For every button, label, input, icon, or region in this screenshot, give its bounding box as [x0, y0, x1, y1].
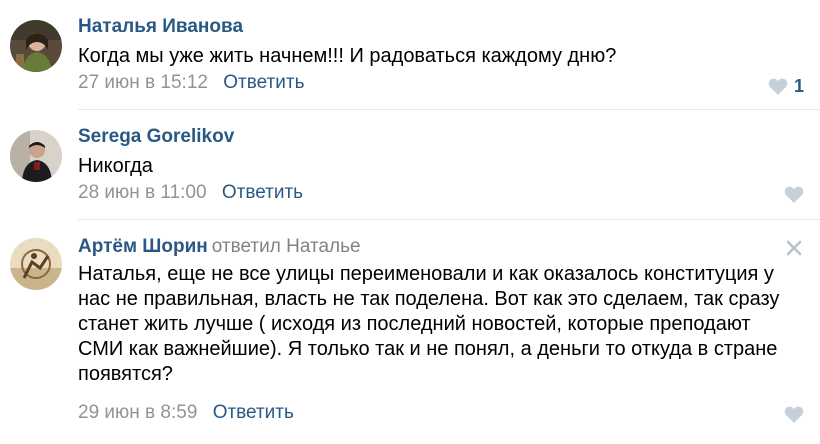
comment-item: Наталья Иванова Когда мы уже жить начнем… [0, 0, 820, 110]
comment-item: Serega Gorelikov Никогда 28 июн в 11:00 … [0, 110, 820, 220]
avatar[interactable] [10, 20, 62, 72]
avatar[interactable] [10, 130, 62, 182]
comment-date[interactable]: 27 июн в 15:12 [78, 72, 208, 93]
comment-text: Никогда [78, 155, 153, 177]
reply-button[interactable]: Ответить [222, 182, 303, 203]
comment-text: Наталья, еще не все улицы переименовали … [78, 263, 780, 385]
reply-to-label[interactable]: ответил Наталье [212, 236, 361, 257]
comment-author[interactable]: Артём Шорин ответил Наталье [78, 236, 361, 258]
author-name[interactable]: Наталья Иванова [78, 16, 243, 37]
comment-author[interactable]: Наталья Иванова [78, 16, 243, 38]
reply-button[interactable]: Ответить [213, 402, 294, 423]
reply-button[interactable]: Ответить [223, 72, 304, 93]
heart-icon [784, 406, 804, 423]
like-button[interactable] [784, 406, 804, 423]
avatar[interactable] [10, 238, 62, 290]
comment-author[interactable]: Serega Gorelikov [78, 126, 234, 148]
comment-meta: 27 июн в 15:12 Ответить [78, 72, 304, 94]
comment-date[interactable]: 29 июн в 8:59 [78, 402, 197, 423]
like-button[interactable]: 1 [768, 76, 804, 97]
heart-icon [768, 78, 788, 95]
author-name[interactable]: Serega Gorelikov [78, 126, 234, 147]
heart-icon [784, 186, 804, 203]
comment-text: Когда мы уже жить начнем!!! И радоваться… [78, 45, 617, 67]
like-button[interactable] [784, 186, 804, 203]
close-icon[interactable] [786, 240, 802, 256]
comment-item: Артём Шорин ответил Наталье Наталья, еще … [0, 220, 820, 444]
like-count: 1 [793, 76, 804, 96]
comment-meta: 28 июн в 11:00 Ответить [78, 182, 303, 204]
comment-date[interactable]: 28 июн в 11:00 [78, 182, 207, 203]
author-name[interactable]: Артём Шорин [78, 236, 208, 257]
comments-list: Наталья Иванова Когда мы уже жить начнем… [0, 0, 820, 444]
comment-meta: 29 июн в 8:59 Ответить [78, 402, 294, 424]
